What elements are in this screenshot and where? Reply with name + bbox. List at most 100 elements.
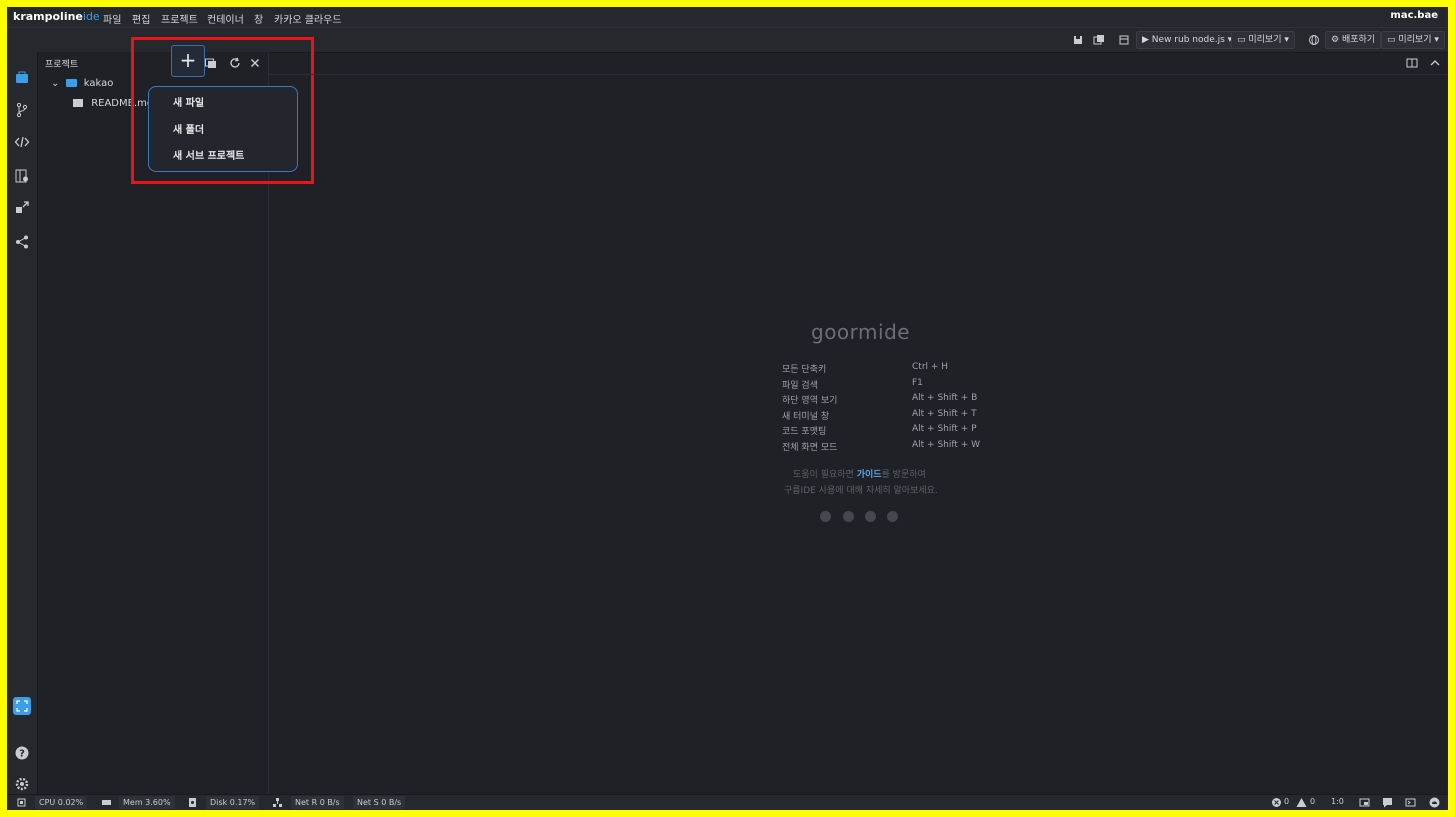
deploy-cube-icon[interactable] [14,200,30,216]
tree-item-label: README.md [91,98,154,109]
container-settings-icon[interactable] [14,168,30,184]
save-icon[interactable] [1071,33,1085,47]
memory-icon [101,797,112,808]
help-text-post: 를 방문하여 [881,470,926,480]
warning-count: 0 [1310,797,1316,806]
menu-container[interactable]: 컨테이너 [207,11,244,26]
tree-item-kakao[interactable]: ⌄ kakao [51,78,113,89]
menu-kakao-cloud[interactable]: 카카오 클라우드 [274,11,342,26]
plus-icon: + [179,48,197,72]
run-button-label: New rub node.js [1151,35,1225,45]
play-icon: ▶ [1142,35,1152,45]
new-item-menu: 새 파일 새 폴더 새 서브 프로젝트 [148,86,298,172]
preview-button-2[interactable]: ▭ 미리보기 ▾ [1381,31,1445,49]
tree-item-readme[interactable]: README.md [73,98,153,109]
build-icon[interactable] [1117,33,1131,47]
shortcut-key: Alt + Shift + P [912,424,977,434]
code-icon[interactable] [14,134,30,150]
logo-suffix: ide [82,10,100,23]
activity-bar: ? [7,52,38,794]
ide-window: krampolineide 파일 편집 프로젝트 컨테이너 창 카카오 클라우드… [7,7,1448,810]
social-icon-2[interactable] [843,511,854,522]
shortcut-key: Alt + Shift + B [912,393,978,403]
project-explorer-icon[interactable] [14,70,30,86]
share-icon[interactable] [14,234,30,250]
menu-edit[interactable]: 편집 [132,11,150,26]
markdown-file-icon [73,99,83,107]
app-logo[interactable]: krampolineide [13,10,100,23]
cpu-usage: CPU 0.02% [35,796,88,809]
shortcut-name: 하단 영역 보기 [782,396,838,406]
tree-item-label: kakao [83,78,114,89]
run-button[interactable]: ▶ New rub node.js ▾ [1136,31,1239,49]
chevron-down-icon: ▾ [1281,35,1289,45]
menu-item-new-file[interactable]: 새 파일 [173,94,204,109]
preview-icon: ▭ [1387,35,1399,45]
help-text-line2: 구름IDE 사용에 대해 자세히 알아보세요. [784,486,938,496]
deploy-button[interactable]: ⚙ 배포하기 [1325,31,1382,49]
warning-icon[interactable] [1296,797,1307,808]
error-icon[interactable] [1271,797,1282,808]
split-editor-icon[interactable] [1406,57,1418,69]
preview-button-label: 미리보기 [1248,35,1282,45]
network-receive: Net R 0 B/s [291,796,344,809]
menu-item-new-folder[interactable]: 새 폴더 [173,121,204,136]
close-icon[interactable] [248,56,262,70]
cloud-icon[interactable] [1429,797,1440,808]
user-menu[interactable]: mac.bae [1390,10,1438,21]
globe-icon[interactable] [1307,33,1321,47]
folder-icon [65,79,77,87]
deploy-button-label: 배포하기 [1341,35,1376,45]
copy-icon[interactable] [204,56,218,70]
shortcut-name: 코드 포맷팅 [782,427,827,437]
refresh-icon[interactable] [228,56,242,70]
guide-link[interactable]: 가이드 [857,470,882,480]
social-icon-3[interactable] [865,511,876,522]
toolbar: ▶ New rub node.js ▾ ▭ 미리보기 ▾ ⚙ 배포하기 ▭ 미리… [7,27,1448,53]
editor-tab-bar [269,52,1448,75]
shortcut-name: 새 터미널 창 [782,412,830,422]
preview-button-2-label: 미리보기 [1398,35,1432,45]
goormide-logo: goormide [811,320,911,344]
menubar: krampolineide 파일 편집 프로젝트 컨테이너 창 카카오 클라우드… [7,7,1448,27]
chevron-up-icon[interactable] [1429,57,1441,69]
deploy-icon: ⚙ [1331,35,1342,45]
expand-icon[interactable] [13,697,31,715]
svg-text:?: ? [19,749,25,760]
help-icon[interactable]: ? [14,745,30,761]
cursor-position: 1:0 [1331,797,1344,806]
git-branch-icon[interactable] [14,102,30,118]
blog-icon[interactable] [887,511,898,522]
menu-file[interactable]: 파일 [103,11,121,26]
preview-icon: ▭ [1237,35,1249,45]
menu-window[interactable]: 창 [254,11,263,26]
layout-icon[interactable] [1359,797,1370,808]
help-text-line1: 도움이 필요하면 가이드를 방문하여 [793,467,926,480]
shortcut-key: Alt + Shift + W [912,440,981,450]
new-item-button[interactable]: + [171,45,205,77]
menu-item-new-subproject[interactable]: 새 서브 프로젝트 [173,147,244,162]
logo-text: krampoline [13,10,83,23]
cpu-chip-icon [16,797,27,808]
shortcut-name: 전체 화면 모드 [782,443,838,453]
shortcut-name: 모든 단축키 [782,365,827,375]
chevron-down-icon: ⌄ [51,78,60,89]
status-bar: CPU 0.02% Mem 3.60% Disk 0.17% Net R 0 B… [7,794,1448,810]
facebook-icon[interactable] [820,511,831,522]
network-send: Net S 0 B/s [353,796,406,809]
settings-gear-icon[interactable] [14,776,30,792]
network-icon [272,797,283,808]
menu-project[interactable]: 프로젝트 [161,11,198,26]
memory-usage: Mem 3.60% [119,796,175,809]
save-all-icon[interactable] [1092,33,1106,47]
panel-title: 프로젝트 [45,60,79,70]
disk-icon [187,797,198,808]
terminal-icon[interactable] [1405,797,1416,808]
shortcut-key: Ctrl + H [912,362,949,372]
shortcut-name: 파일 검색 [782,381,818,391]
help-text-pre: 도움이 필요하면 [793,470,857,480]
disk-usage: Disk 0.17% [206,796,260,809]
chat-icon[interactable] [1382,797,1393,808]
preview-button[interactable]: ▭ 미리보기 ▾ [1231,31,1295,49]
shortcut-key: Alt + Shift + T [912,409,977,419]
